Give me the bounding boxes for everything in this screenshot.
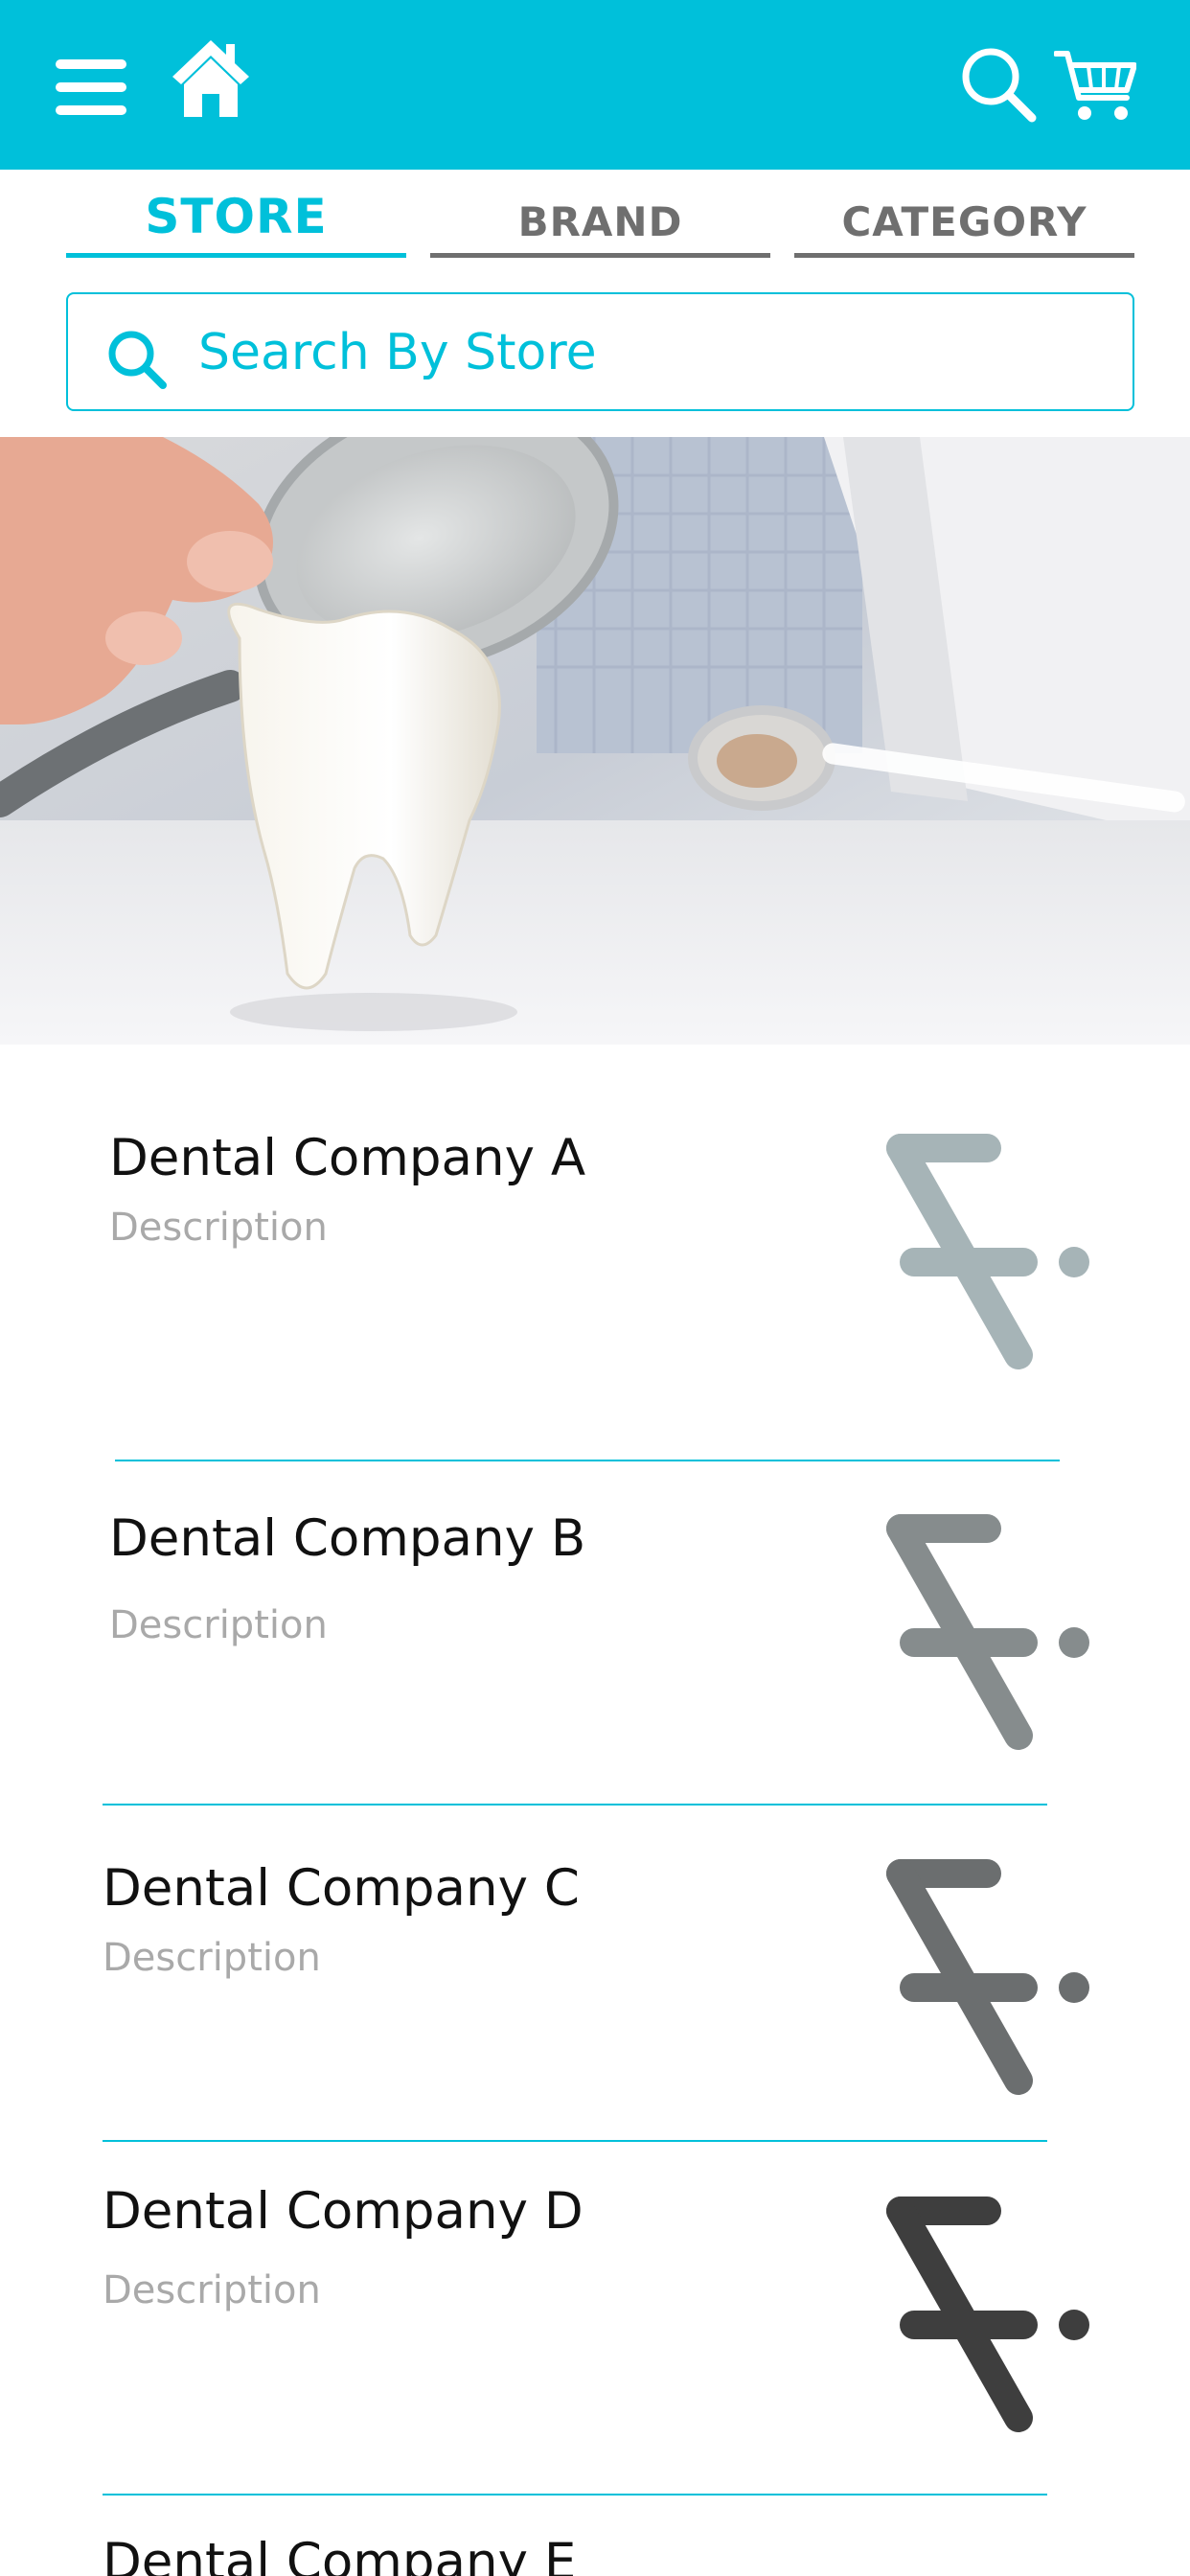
store-logo-icon [886,1859,1089,2095]
store-description: Description [109,1603,328,1647]
search-icon[interactable] [960,46,1037,123]
store-row-e[interactable]: Dental Company E [0,2496,1190,2576]
store-name: Dental Company E [103,2533,577,2576]
store-row-d[interactable]: Dental Company D Description [0,2142,1190,2496]
tab-category-label: CATEGORY [841,198,1087,245]
tab-store-label: STORE [145,189,328,244]
home-icon[interactable] [169,36,253,119]
banner-illustration [0,437,1190,1045]
store-name: Dental Company A [109,1129,586,1187]
store-logo-icon [886,2196,1089,2432]
store-name: Dental Company B [109,1509,586,1568]
tab-brand-label: BRAND [517,198,683,245]
tab-category[interactable]: CATEGORY [794,170,1134,258]
store-row-b[interactable]: Dental Company B Description [0,1461,1190,1806]
store-logo-icon [886,1514,1089,1750]
store-name: Dental Company D [103,2182,584,2241]
hamburger-icon[interactable] [56,58,126,117]
logo-mark [886,1514,1038,1750]
row-divider [103,1804,1047,1806]
tab-bar: STORE BRAND CATEGORY [0,170,1190,258]
logo-mark [886,1134,1038,1369]
app-header [0,0,1190,170]
logo-mark [886,2196,1038,2432]
tab-category-underline [794,253,1134,258]
store-description: Description [103,2268,321,2312]
dental-banner-image [0,437,1190,1045]
store-description: Description [103,1936,321,1980]
store-row-a[interactable]: Dental Company A Description [0,1045,1190,1461]
row-divider [103,2494,1047,2496]
cart-icon[interactable] [1054,48,1136,123]
search-input[interactable] [198,313,1099,392]
store-description: Description [109,1206,328,1250]
store-name: Dental Company C [103,1859,580,1918]
search-box[interactable] [66,292,1134,411]
store-row-c[interactable]: Dental Company C Description [0,1806,1190,2142]
tab-store[interactable]: STORE [66,170,406,258]
tab-brand-underline [430,253,770,258]
search-icon [108,331,167,389]
tab-brand[interactable]: BRAND [430,170,770,258]
tab-store-underline [66,253,406,258]
logo-mark [886,1859,1038,2095]
store-logo-icon [886,1134,1089,1369]
